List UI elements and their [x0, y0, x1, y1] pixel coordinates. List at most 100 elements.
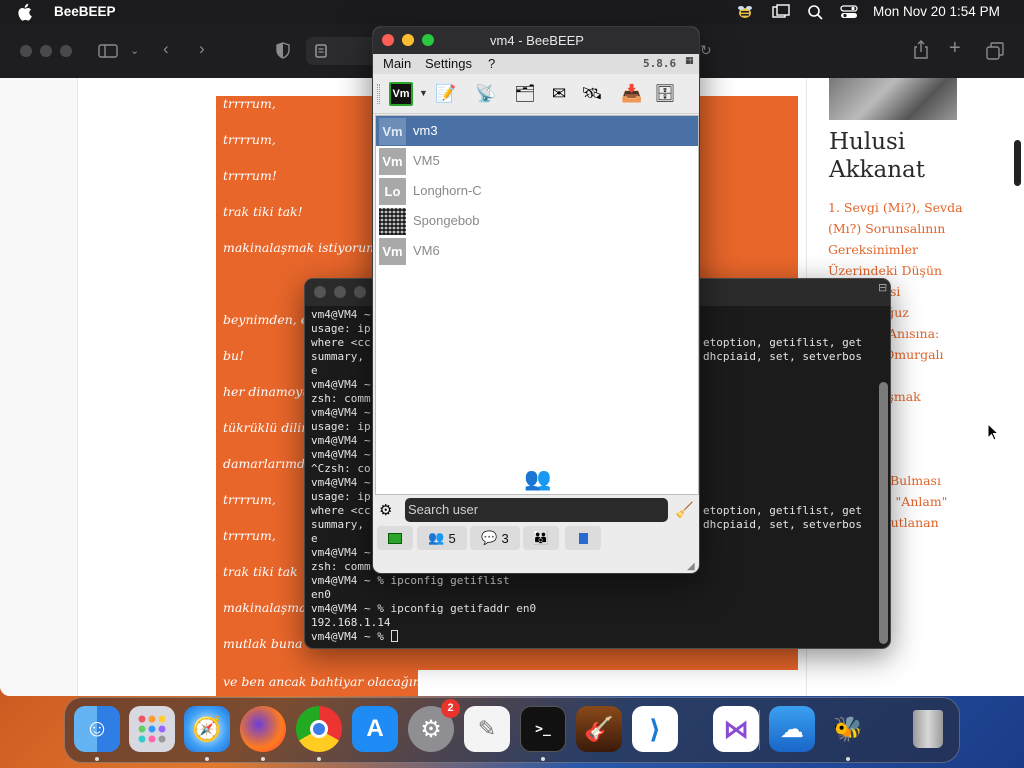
system-settings-icon[interactable]: ⚙ 2: [408, 699, 460, 752]
article-link[interactable]: Gereksinimler: [828, 242, 918, 257]
active-app-name[interactable]: BeeBEEP: [54, 4, 116, 19]
back-arrow-icon[interactable]: ‹: [163, 39, 169, 59]
reload-icon[interactable]: ↻: [700, 42, 712, 59]
folder-icon[interactable]: 🗂: [513, 82, 537, 106]
terminal-line-fragment: etoption, getiflist, get: [703, 336, 862, 349]
beebeep-close-button[interactable]: [382, 34, 394, 46]
menu-help[interactable]: ?: [488, 56, 495, 71]
firefox-icon[interactable]: [240, 706, 286, 752]
search-options-icon[interactable]: ⚙: [379, 501, 392, 519]
beebeep-statusbar: 👥 5 💬 3 👪: [373, 523, 699, 553]
terminal-line: vm4@VM4 ~ % ipconfig getifaddr en0: [311, 602, 537, 615]
apple-menu-icon[interactable]: [18, 3, 34, 21]
app-store-icon[interactable]: A: [352, 706, 398, 752]
terminal-line: summary,: [311, 518, 364, 531]
terminal-split-icon[interactable]: ⊟: [878, 281, 887, 294]
network-icon[interactable]: 🛰: [580, 82, 604, 106]
beebeep-menubar-icon[interactable]: [736, 4, 754, 20]
user-list-item[interactable]: Vm VM5: [376, 146, 698, 176]
forward-arrow-icon[interactable]: ›: [199, 39, 205, 59]
address-bar[interactable]: [306, 37, 376, 65]
spotlight-search-icon[interactable]: [807, 4, 825, 20]
safari-icon[interactable]: 🧭: [184, 706, 230, 752]
trash-icon[interactable]: [905, 706, 951, 752]
safari-zoom-button[interactable]: [60, 45, 72, 57]
share-box-icon: [578, 532, 588, 544]
user-list-item[interactable]: Lo Longhorn-C: [376, 176, 698, 206]
safari-close-button[interactable]: [20, 45, 32, 57]
article-link[interactable]: 1. Sevgi (Mi?), Sevda: [828, 200, 963, 215]
users-tab[interactable]: 👥 5: [417, 526, 467, 550]
status-dropdown-icon[interactable]: ▼: [419, 88, 428, 98]
edit-profile-icon[interactable]: 📝: [434, 82, 458, 106]
broadcast-icon[interactable]: 📡: [474, 82, 498, 106]
beebeep-titlebar[interactable]: vm4 - BeeBEEP: [373, 27, 699, 54]
user-name: Spongebob: [413, 213, 480, 228]
terminal-icon[interactable]: >_: [520, 706, 566, 752]
home-tab[interactable]: [377, 526, 413, 550]
terminal-minimize-button[interactable]: [334, 286, 346, 298]
terminal-line: vm4@VM4 ~: [311, 448, 371, 461]
user-list-item[interactable]: Vm vm3: [376, 116, 698, 146]
terminal-line: vm4@VM4 ~ % ipconfig getiflist: [311, 574, 510, 587]
terminal-close-button[interactable]: [314, 286, 326, 298]
visual-studio-icon[interactable]: ⋈: [713, 706, 759, 752]
terminal-zoom-button[interactable]: [354, 286, 366, 298]
menu-settings[interactable]: Settings: [425, 56, 472, 71]
launchpad-icon[interactable]: [129, 706, 175, 752]
chats-tab[interactable]: 💬 3: [470, 526, 520, 550]
safari-minimize-button[interactable]: [40, 45, 52, 57]
poem-line: trrrrum,: [223, 528, 276, 543]
article-link[interactable]: (Mı?) Sorunsalının: [828, 221, 945, 236]
garageband-icon[interactable]: 🎸: [576, 706, 622, 752]
beebeep-icon[interactable]: 🐝: [825, 706, 871, 752]
download-folder-icon[interactable]: 📥: [620, 82, 644, 106]
status-online-button[interactable]: Vm: [389, 82, 413, 106]
cloud-app-icon[interactable]: ☁: [769, 706, 815, 752]
textedit-icon[interactable]: ✎: [464, 706, 510, 752]
compose-message-icon[interactable]: ✉: [547, 82, 571, 106]
control-center-icon[interactable]: [840, 4, 858, 20]
article-link[interactable]: si: [890, 284, 900, 299]
groups-tab[interactable]: 👪: [523, 526, 559, 550]
user-list-item[interactable]: Vm VM6: [376, 236, 698, 266]
chevron-down-icon[interactable]: ⌄: [130, 44, 139, 57]
toolbar-grip-icon[interactable]: [377, 84, 380, 104]
beebeep-minimize-button[interactable]: [402, 34, 414, 46]
reader-icon[interactable]: [315, 44, 327, 58]
archive-icon[interactable]: 🗄: [653, 82, 677, 106]
menu-main[interactable]: Main: [383, 56, 411, 71]
terminal-line: vm4@VM4 ~: [311, 378, 371, 391]
window-switch-icon[interactable]: [772, 4, 790, 20]
terminal-scrollbar[interactable]: [879, 382, 888, 644]
beebeep-window-title: vm4 - BeeBEEP: [490, 33, 584, 48]
article-link[interactable]: Bulması: [890, 473, 941, 488]
terminal-prompt-line: vm4@VM4 ~ %: [311, 630, 399, 643]
share-icon[interactable]: [913, 40, 929, 60]
finder-icon[interactable]: ☺: [74, 706, 120, 752]
users-count: 5: [448, 530, 456, 546]
menubar-clock[interactable]: Mon Nov 20 1:54 PM: [873, 4, 1000, 19]
new-tab-icon[interactable]: +: [949, 37, 961, 60]
page-scrollbar[interactable]: [1014, 140, 1021, 186]
chrome-icon[interactable]: [296, 706, 342, 752]
author-name[interactable]: Hulusi Akkanat: [829, 128, 989, 184]
resize-grip-icon[interactable]: ◢: [687, 561, 695, 572]
vscode-icon[interactable]: ⟩: [632, 706, 678, 752]
user-list-item[interactable]: Spongebob: [376, 206, 698, 236]
beebeep-window[interactable]: vm4 - BeeBEEP Main Settings ? 5.8.6 ▦ Vm…: [372, 26, 700, 574]
terminal-line: 192.168.1.14: [311, 616, 391, 629]
clear-search-icon[interactable]: 🧹: [675, 501, 694, 519]
poem-line: trrrrum,: [223, 132, 276, 147]
poem-line: ve ben ancak bahtiyar olacağım: [223, 674, 425, 689]
search-user-input[interactable]: Search user: [405, 498, 668, 522]
article-link[interactable]: Üzerindeki Düşün: [828, 263, 942, 278]
privacy-shield-icon[interactable]: [276, 42, 290, 59]
terminal-line: en0: [311, 588, 331, 601]
user-avatar: [379, 208, 406, 235]
sidebar-toggle-icon[interactable]: [98, 44, 118, 58]
tab-overview-icon[interactable]: [986, 42, 1004, 60]
beebeep-zoom-button[interactable]: [422, 34, 434, 46]
share-tab[interactable]: [565, 526, 601, 550]
user-avatar: Lo: [379, 178, 406, 205]
